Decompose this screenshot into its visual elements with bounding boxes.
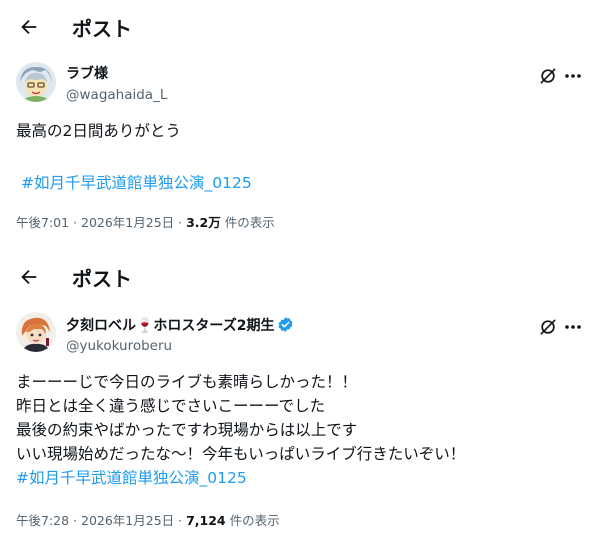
page-title: ポスト <box>72 17 132 41</box>
post-text: 最高の2日間ありがとう <box>16 122 181 140</box>
post-meta: 午後7:01 · 2026年1月25日 · 3.2万 件の表示 <box>16 214 275 232</box>
more-icon[interactable] <box>562 317 584 337</box>
verified-badge-icon[interactable] <box>277 316 294 333</box>
hashtag-link[interactable]: #如月千早武道館単独公演_0125 <box>21 172 252 195</box>
grok-icon[interactable] <box>538 317 558 337</box>
post-text-line: 昨日とは全く違う感じでさいこーーーでした <box>16 397 326 415</box>
display-name[interactable]: ラブ様 <box>66 65 108 83</box>
avatar[interactable] <box>16 312 56 352</box>
grok-icon[interactable] <box>538 66 558 86</box>
post-header: ポスト <box>0 258 599 298</box>
post-text-line: いい現場始めだったな〜！今年もいっぱいライブ行きたいぞい！ <box>16 445 466 463</box>
meta-separator: · <box>174 513 187 528</box>
hashtag-link[interactable]: #如月千早武道館単独公演_0125 <box>16 467 247 490</box>
back-arrow-icon[interactable] <box>18 266 40 288</box>
post-time[interactable]: 午後7:28 <box>16 513 69 528</box>
meta-separator: · <box>69 513 81 528</box>
post-date[interactable]: 2026年1月25日 <box>81 513 174 528</box>
meta-separator: · <box>174 215 187 230</box>
post-meta: 午後7:28 · 2026年1月25日 · 7,124 件の表示 <box>16 512 280 530</box>
views-label: 件の表示 <box>220 215 275 230</box>
post-text-line: 最後の約束やばかったですわ現場からは以上です <box>16 421 358 439</box>
post-time[interactable]: 午後7:01 <box>16 215 69 230</box>
view-count: 3.2万 <box>186 215 221 230</box>
view-count: 7,124 <box>186 513 226 528</box>
post-header: ポスト <box>0 8 599 48</box>
views-label: 件の表示 <box>225 513 280 528</box>
more-icon[interactable] <box>562 66 584 86</box>
avatar[interactable] <box>16 62 56 102</box>
handle[interactable]: @wagahaida_L <box>66 86 167 104</box>
post-text-line: まーーーじで今日のライブも素晴らしかった！！ <box>16 373 358 391</box>
page-title: ポスト <box>72 267 132 291</box>
back-arrow-icon[interactable] <box>18 16 40 38</box>
meta-separator: · <box>69 215 81 230</box>
post-date[interactable]: 2026年1月25日 <box>81 215 174 230</box>
handle[interactable]: @yukokuroberu <box>66 337 172 355</box>
display-name-text: 夕刻ロベル🍷ホロスターズ2期生 <box>66 318 275 334</box>
display-name[interactable]: 夕刻ロベル🍷ホロスターズ2期生 <box>66 316 294 335</box>
